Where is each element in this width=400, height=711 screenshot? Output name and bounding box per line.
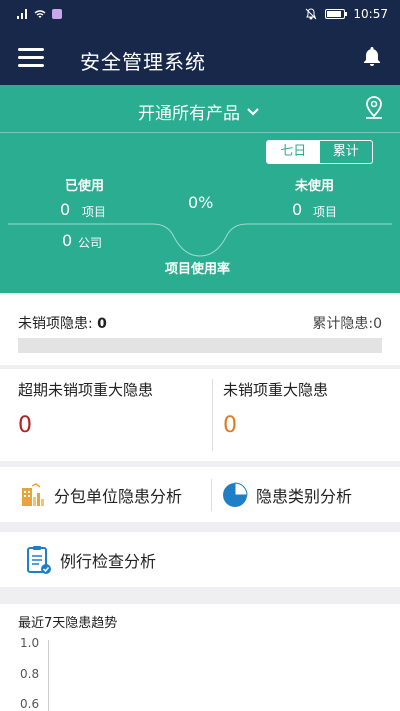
product-selector[interactable]: 开通所有产品	[138, 99, 260, 124]
chevron-down-icon	[247, 107, 259, 116]
overdue-major-value: 0	[18, 413, 32, 438]
overdue-major-label: 超期未销项重大隐患	[18, 381, 154, 399]
total-hazards-label: 累计隐患:	[312, 316, 374, 332]
routine-row: 例行检查分析	[0, 532, 400, 587]
notification-icon	[52, 9, 62, 19]
hazard-progress-bar	[18, 338, 382, 353]
used-label: 已使用	[65, 179, 105, 194]
total-hazards: 累计隐患:0	[312, 313, 382, 333]
tab-total[interactable]: 累计	[320, 141, 373, 163]
category-analysis-button[interactable]: 隐患类别分析	[222, 467, 352, 522]
usage-panel: 开通所有产品 七日 累计 已使用 0 项目 0 公司 0% 项目使用率 未使用 …	[0, 85, 400, 293]
usage-arc	[8, 223, 392, 257]
bell-icon[interactable]	[360, 45, 384, 69]
clock: 10:57	[353, 7, 388, 21]
unused-unit: 项目	[313, 205, 338, 219]
hazard-summary-card: 未销项隐患: 0 累计隐患:0	[0, 295, 400, 365]
sub-unit-analysis-button[interactable]: 分包单位隐患分析	[20, 467, 182, 522]
trend-title: 最近7天隐患趋势	[18, 616, 118, 631]
usage-rate-label: 项目使用率	[165, 262, 231, 277]
open-major-value: 0	[223, 413, 237, 438]
unused-label: 未使用	[295, 179, 335, 194]
tab-week[interactable]: 七日	[267, 141, 320, 163]
checklist-icon	[27, 545, 51, 574]
overdue-major-hazards[interactable]: 超期未销项重大隐患 0	[0, 369, 199, 461]
major-hazards-card: 超期未销项重大隐患 0 未销项重大隐患 0	[0, 369, 400, 461]
app-bar: 安全管理系统	[0, 30, 400, 85]
open-major-label: 未销项重大隐患	[223, 381, 329, 399]
used-count: 0	[60, 200, 71, 219]
wifi-icon	[34, 10, 46, 18]
menu-icon[interactable]	[18, 48, 44, 68]
open-hazards-label: 未销项隐患:	[18, 316, 93, 332]
product-selector-label: 开通所有产品	[138, 104, 240, 124]
location-pin-icon[interactable]	[362, 95, 386, 121]
app-title: 安全管理系统	[80, 50, 206, 74]
battery-icon	[325, 9, 348, 19]
open-major-hazards[interactable]: 未销项重大隐患 0	[205, 369, 400, 461]
routine-analysis-label: 例行检查分析	[60, 551, 157, 571]
y-tick-label: 0.6	[20, 697, 40, 711]
routine-analysis-button[interactable]: 例行检查分析	[26, 532, 156, 587]
status-bar: 10:57	[0, 0, 400, 30]
divider	[211, 479, 212, 511]
pie-chart-icon	[223, 481, 248, 507]
category-analysis-label: 隐患类别分析	[256, 486, 353, 506]
used-unit: 项目	[82, 205, 107, 219]
building-chart-icon	[22, 482, 44, 506]
signal-icon	[17, 9, 27, 19]
analysis-row: 分包单位隐患分析 隐患类别分析	[0, 467, 400, 522]
mute-icon	[306, 8, 317, 20]
usage-rate: 0%	[188, 193, 214, 212]
period-toggle: 七日 累计	[266, 140, 373, 164]
product-bar: 开通所有产品	[0, 85, 400, 133]
total-hazards-value: 0	[373, 316, 382, 332]
open-hazards: 未销项隐患: 0	[18, 313, 107, 333]
open-hazards-value: 0	[97, 316, 107, 332]
y-tick-label: 1.0	[20, 636, 40, 650]
y-axis	[48, 640, 49, 711]
unused-count: 0	[292, 200, 303, 219]
trend-chart-card: 最近7天隐患趋势 1.0 0.8 0.6	[0, 604, 400, 711]
y-tick-label: 0.8	[20, 667, 40, 681]
sub-unit-analysis-label: 分包单位隐患分析	[54, 486, 183, 506]
